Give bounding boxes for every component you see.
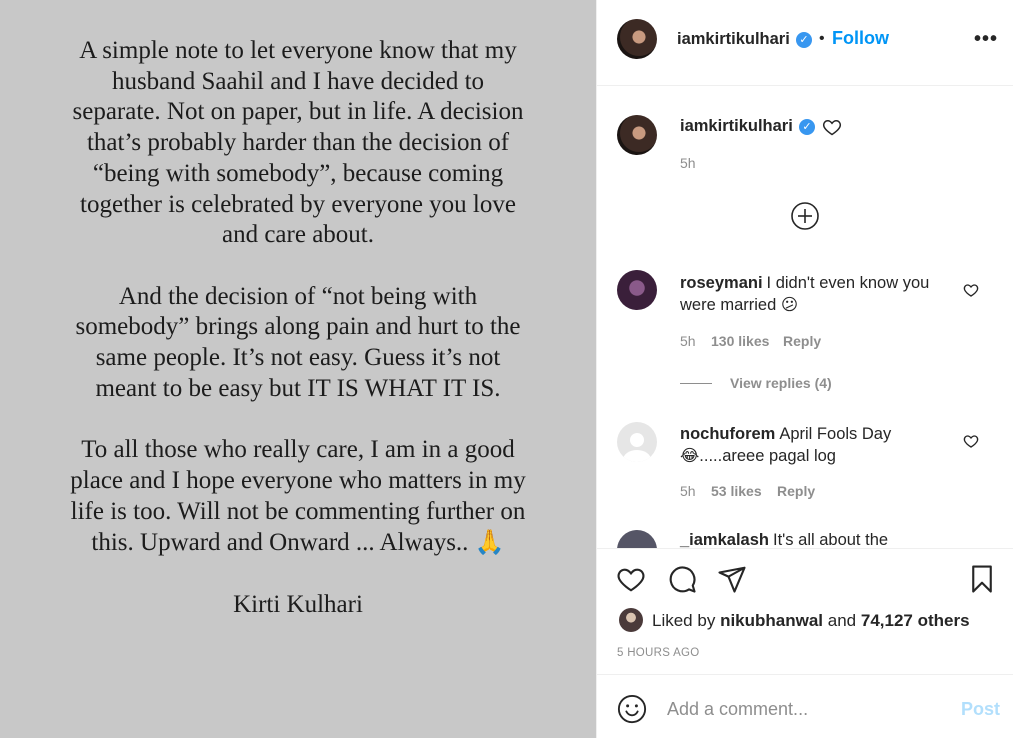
like-heart-icon[interactable]: [616, 564, 646, 594]
note-line: place and I hope everyone who matters in…: [70, 466, 526, 494]
comment-reply-button[interactable]: Reply: [783, 333, 821, 349]
share-direct-icon[interactable]: [717, 564, 747, 594]
more-options-icon[interactable]: •••: [974, 28, 998, 51]
note-line: this. Upward and Onward ... Always.. 🙏: [0, 527, 596, 559]
comment-reply-button[interactable]: Reply: [777, 483, 815, 499]
comment-username[interactable]: roseymani: [680, 274, 763, 292]
caption-time: 5h: [680, 155, 696, 171]
praying-hands-icon: 🙏: [474, 528, 505, 557]
note-line: And the decision of “not being with: [118, 282, 478, 310]
post-comment-button[interactable]: Post: [961, 699, 1000, 720]
commenter-avatar[interactable]: [617, 530, 657, 548]
liker-avatar[interactable]: [619, 608, 643, 632]
caption-heart-icon[interactable]: [822, 117, 842, 137]
note-line: together is celebrated by everyone you l…: [80, 190, 516, 218]
replies-divider: [680, 383, 712, 384]
note-paragraph: Kirti Kulhari: [0, 590, 596, 621]
comment-time[interactable]: 5h: [680, 483, 696, 499]
note-line: Kirti Kulhari: [233, 590, 363, 618]
comment-username[interactable]: _iamkalash: [680, 531, 769, 548]
comment-body: It's all about the: [772, 531, 889, 548]
post-actions: Liked by nikubhanwal and 74,127 others 5…: [597, 548, 1013, 674]
comment-like-icon[interactable]: [963, 433, 979, 449]
likes-summary[interactable]: Liked by nikubhanwal and 74,127 others: [652, 611, 970, 631]
note-line: separate. Not on paper, but in life. A d…: [72, 98, 524, 126]
comment-like-icon[interactable]: [963, 282, 979, 298]
load-more-comments-icon[interactable]: [790, 201, 820, 231]
verified-badge-icon: ✓: [799, 119, 815, 135]
note-paragraph: A simple note to let everyone know that …: [0, 36, 596, 251]
note-text: A simple note to let everyone know that …: [0, 36, 596, 651]
separator-dot: •: [819, 30, 825, 47]
likes-and: and: [827, 611, 857, 630]
liker-username[interactable]: nikubhanwal: [720, 611, 823, 630]
add-comment-bar: Post: [597, 674, 1013, 738]
add-comment-input[interactable]: [667, 695, 937, 723]
note-line: somebody” brings along pain and hurt to …: [75, 313, 521, 341]
emoji-picker-icon[interactable]: [617, 694, 647, 724]
author-avatar[interactable]: [617, 19, 657, 59]
caption-username[interactable]: iamkirtikulhari: [680, 117, 793, 136]
comment-time[interactable]: 5h: [680, 333, 696, 349]
caption-avatar[interactable]: [617, 115, 657, 155]
note-line: “being with somebody”, because coming: [92, 159, 504, 187]
note-paragraph: And the decision of “not being with someb…: [0, 282, 596, 405]
author-username[interactable]: iamkirtikulhari: [677, 30, 790, 49]
commenter-avatar[interactable]: [617, 270, 657, 310]
comment-1: roseymani I didn't even know you were mar…: [680, 272, 950, 316]
post-header: iamkirtikulhari ✓ • Follow •••: [597, 0, 1013, 86]
save-bookmark-icon[interactable]: [967, 564, 997, 594]
comment-3: _iamkalash It's all about the: [680, 531, 888, 548]
likes-prefix: Liked by: [652, 611, 716, 630]
comment-likes[interactable]: 53 likes: [711, 483, 762, 499]
comment-icon[interactable]: [667, 564, 697, 594]
commenter-avatar[interactable]: [617, 422, 657, 462]
post-timestamp[interactable]: 5 HOURS AGO: [617, 647, 700, 659]
follow-button[interactable]: Follow: [832, 28, 889, 49]
comment-username[interactable]: nochuforem: [680, 425, 775, 443]
comments-area[interactable]: iamkirtikulhari ✓ 5h roseymani I didn't e…: [597, 86, 1013, 548]
view-replies-button[interactable]: View replies (4): [730, 375, 832, 391]
note-line-text: this. Upward and Onward ... Always..: [91, 529, 475, 557]
likes-count[interactable]: 74,127 others: [861, 611, 970, 630]
note-line: meant to be easy but IT IS WHAT IT IS.: [95, 374, 501, 402]
note-line: To all those who really care, I am in a …: [81, 436, 515, 464]
note-line: A simple note to let everyone know that …: [79, 37, 517, 64]
note-line: and care about.: [221, 221, 374, 249]
verified-badge-icon: ✓: [796, 32, 812, 48]
note-line: that’s probably harder than the decision…: [86, 129, 510, 157]
note-line: husband Saahil and I have decided to: [111, 67, 485, 95]
note-line: life is too. Will not be commenting furt…: [70, 497, 526, 525]
post-sidebar: iamkirtikulhari ✓ • Follow ••• iamkirtik…: [596, 0, 1013, 738]
note-line: same people. It’s not easy. Guess it’s n…: [95, 344, 501, 372]
comment-likes[interactable]: 130 likes: [711, 333, 769, 349]
post-image[interactable]: A simple note to let everyone know that …: [0, 0, 596, 738]
comment-2: nochuforem April Fools Day 😂.....areee pa…: [680, 423, 950, 467]
note-paragraph: To all those who really care, I am in a …: [0, 435, 596, 559]
